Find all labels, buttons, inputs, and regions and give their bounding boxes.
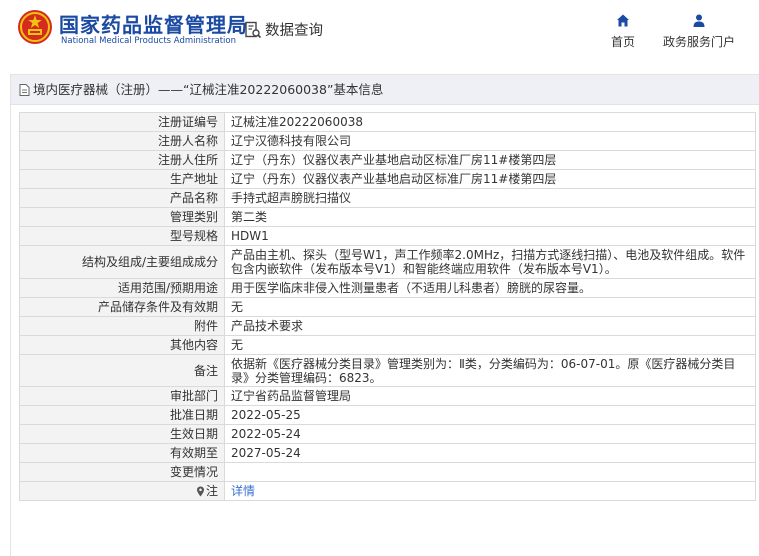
site-subtitle: National Medical Products Administration: [61, 36, 236, 46]
field-label: 其他内容: [19, 335, 225, 355]
field-value: 2022-05-24: [224, 424, 756, 444]
nav-gov-service-label: 政务服务门户: [662, 35, 735, 49]
table-row: 批准日期 2022-05-25: [19, 405, 756, 425]
table-row: 产品名称 手持式超声膀胱扫描仪: [19, 188, 756, 208]
table-row: 注册人住所 辽宁（丹东）仪器仪表产业基地启动区标准厂房11#楼第四层: [19, 150, 756, 170]
note-label-cell: 注: [19, 481, 225, 501]
field-label: 注册人住所: [19, 150, 225, 170]
document-icon: [19, 83, 30, 96]
table-row: 生产地址 辽宁（丹东）仪器仪表产业基地启动区标准厂房11#楼第四层: [19, 169, 756, 189]
field-label: 生产地址: [19, 169, 225, 189]
table-row: 审批部门 辽宁省药品监督管理局: [19, 386, 756, 406]
field-value: 辽宁汉德科技有限公司: [224, 131, 756, 151]
field-value: 依据新《医疗器械分类目录》管理类别为：Ⅱ类，分类编码为：06-07-01。原《医…: [224, 354, 756, 387]
field-value: 用于医学临床非侵入性测量患者（不适用儿科患者）膀胱的尿容量。: [224, 278, 756, 298]
field-label: 批准日期: [19, 405, 225, 425]
field-value: [224, 462, 756, 482]
table-row: 生效日期 2022-05-24: [19, 424, 756, 444]
field-value: 辽宁（丹东）仪器仪表产业基地启动区标准厂房11#楼第四层: [224, 150, 756, 170]
field-label: 审批部门: [19, 386, 225, 406]
nav-home-label: 首页: [610, 35, 635, 49]
nav-home[interactable]: 首页: [608, 13, 638, 50]
national-emblem-icon: [18, 10, 52, 44]
table-row: 型号规格 HDW1: [19, 226, 756, 246]
user-icon: [693, 14, 705, 27]
data-query-label: 数据查询: [265, 23, 323, 39]
site-title[interactable]: 国家药品监督管理局: [59, 9, 248, 38]
table-row: 变更情况: [19, 462, 756, 482]
field-label: 适用范围/预期用途: [19, 278, 225, 298]
home-icon: [617, 14, 629, 27]
field-value: 第二类: [224, 207, 756, 227]
table-row: 产品储存条件及有效期 无: [19, 297, 756, 317]
note-value-cell: 详情: [224, 481, 756, 501]
field-value: 辽宁（丹东）仪器仪表产业基地启动区标准厂房11#楼第四层: [224, 169, 756, 189]
field-label: 变更情况: [19, 462, 225, 482]
table-row: 适用范围/预期用途 用于医学临床非侵入性测量患者（不适用儿科患者）膀胱的尿容量。: [19, 278, 756, 298]
table-row: 管理类别 第二类: [19, 207, 756, 227]
table-row: 注 详情: [19, 481, 756, 501]
field-value: HDW1: [224, 226, 756, 246]
field-label: 结构及组成/主要组成成分: [19, 245, 225, 279]
field-label: 产品储存条件及有效期: [19, 297, 225, 317]
site-header: 国家药品监督管理局 National Medical Products Admi…: [0, 0, 759, 62]
field-value: 辽宁省药品监督管理局: [224, 386, 756, 406]
field-value: 产品由主机、探头（型号W1，声工作频率2.0MHz，扫描方式逐线扫描）、电池及软…: [224, 245, 756, 279]
document-search-icon: [245, 21, 262, 38]
field-label: 管理类别: [19, 207, 225, 227]
details-link[interactable]: 详情: [231, 484, 255, 498]
table-row: 附件 产品技术要求: [19, 316, 756, 336]
registration-detail-table: 注册证编号 辽械注准20222060038 注册人名称 辽宁汉德科技有限公司 注…: [19, 112, 756, 501]
field-label: 生效日期: [19, 424, 225, 444]
table-row: 有效期至 2027-05-24: [19, 443, 756, 463]
field-label: 注: [205, 484, 218, 498]
field-value: 2027-05-24: [224, 443, 756, 463]
field-label: 型号规格: [19, 226, 225, 246]
field-label: 产品名称: [19, 188, 225, 208]
field-label: 附件: [19, 316, 225, 336]
field-label: 有效期至: [19, 443, 225, 463]
field-value: 手持式超声膀胱扫描仪: [224, 188, 756, 208]
table-row: 其他内容 无: [19, 335, 756, 355]
field-value: 无: [224, 297, 756, 317]
field-value: 无: [224, 335, 756, 355]
table-row: 注册人名称 辽宁汉德科技有限公司: [19, 131, 756, 151]
field-label: 注册人名称: [19, 131, 225, 151]
field-value: 2022-05-25: [224, 405, 756, 425]
field-label: 备注: [19, 354, 225, 387]
field-label: 注册证编号: [19, 112, 225, 132]
table-row: 备注 依据新《医疗器械分类目录》管理类别为：Ⅱ类，分类编码为：06-07-01。…: [19, 354, 756, 387]
detail-panel: 境内医疗器械（注册）——“辽械注准20222060038”基本信息 注册证编号 …: [10, 74, 759, 556]
panel-title-bar: 境内医疗器械（注册）——“辽械注准20222060038”基本信息: [11, 75, 759, 105]
panel-title: 境内医疗器械（注册）——“辽械注准20222060038”基本信息: [33, 82, 384, 97]
field-value: 产品技术要求: [224, 316, 756, 336]
location-pin-icon: [196, 486, 204, 497]
data-query-link[interactable]: 数据查询: [244, 19, 323, 40]
table-row: 注册证编号 辽械注准20222060038: [19, 112, 756, 132]
nav-gov-service[interactable]: 政务服务门户: [661, 13, 737, 50]
table-row: 结构及组成/主要组成成分 产品由主机、探头（型号W1，声工作频率2.0MHz，扫…: [19, 245, 756, 279]
field-value: 辽械注准20222060038: [224, 112, 756, 132]
